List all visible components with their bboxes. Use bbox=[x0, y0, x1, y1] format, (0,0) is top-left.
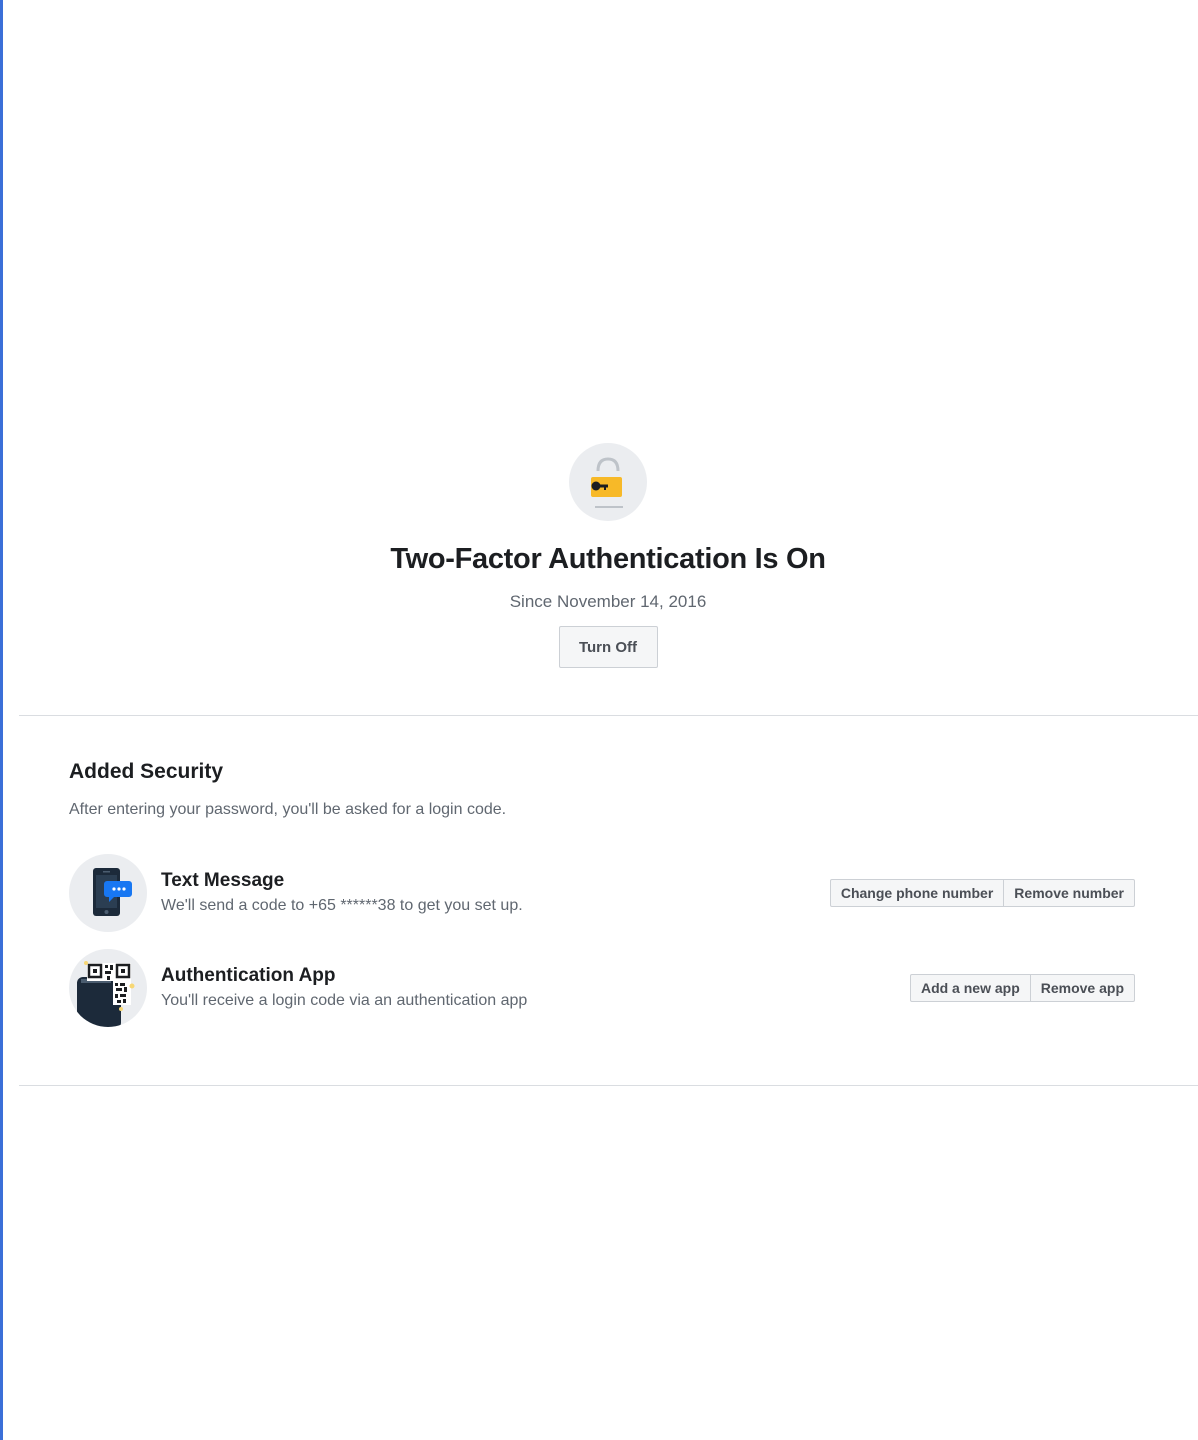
method-text: Text Message We'll send a code to +65 **… bbox=[161, 870, 523, 915]
lock-key-icon bbox=[569, 443, 647, 521]
method-description: You'll receive a login code via an authe… bbox=[161, 992, 528, 1009]
method-title: Authentication App bbox=[161, 965, 336, 986]
text-message-actions: Change phone number Remove number bbox=[829, 879, 1135, 907]
divider-top bbox=[19, 715, 1198, 716]
status-header: Two-Factor Authentication Is On Since No… bbox=[0, 443, 1198, 668]
two-factor-settings-page: Two-Factor Authentication Is On Since No… bbox=[0, 0, 1198, 1440]
section-title: Added Security bbox=[69, 760, 224, 783]
turn-off-button[interactable]: Turn Off bbox=[558, 626, 658, 668]
status-since: Since November 14, 2016 bbox=[509, 592, 707, 611]
window-left-edge bbox=[0, 0, 3, 1440]
qr-code-app-icon bbox=[69, 949, 147, 1027]
added-security-section: Added Security After entering your passw… bbox=[69, 760, 1135, 1027]
phone-message-icon bbox=[69, 854, 147, 932]
divider-bottom bbox=[19, 1085, 1198, 1086]
method-row-authentication-app: Authentication App You'll receive a logi… bbox=[69, 949, 1135, 1027]
change-phone-number-button[interactable]: Change phone number bbox=[831, 880, 1003, 906]
status-title: Two-Factor Authentication Is On bbox=[390, 543, 826, 575]
add-new-app-button[interactable]: Add a new app bbox=[911, 975, 1030, 1001]
authentication-app-actions: Add a new app Remove app bbox=[909, 974, 1135, 1002]
section-description: After entering your password, you'll be … bbox=[69, 801, 507, 818]
method-text: Authentication App You'll receive a logi… bbox=[161, 965, 527, 1010]
method-title: Text Message bbox=[161, 870, 285, 891]
remove-app-button[interactable]: Remove app bbox=[1029, 975, 1134, 1001]
remove-number-button[interactable]: Remove number bbox=[1003, 880, 1134, 906]
method-row-text-message: Text Message We'll send a code to +65 **… bbox=[69, 854, 1135, 932]
method-description: We'll send a code to +65 ******38 to get… bbox=[161, 897, 523, 914]
